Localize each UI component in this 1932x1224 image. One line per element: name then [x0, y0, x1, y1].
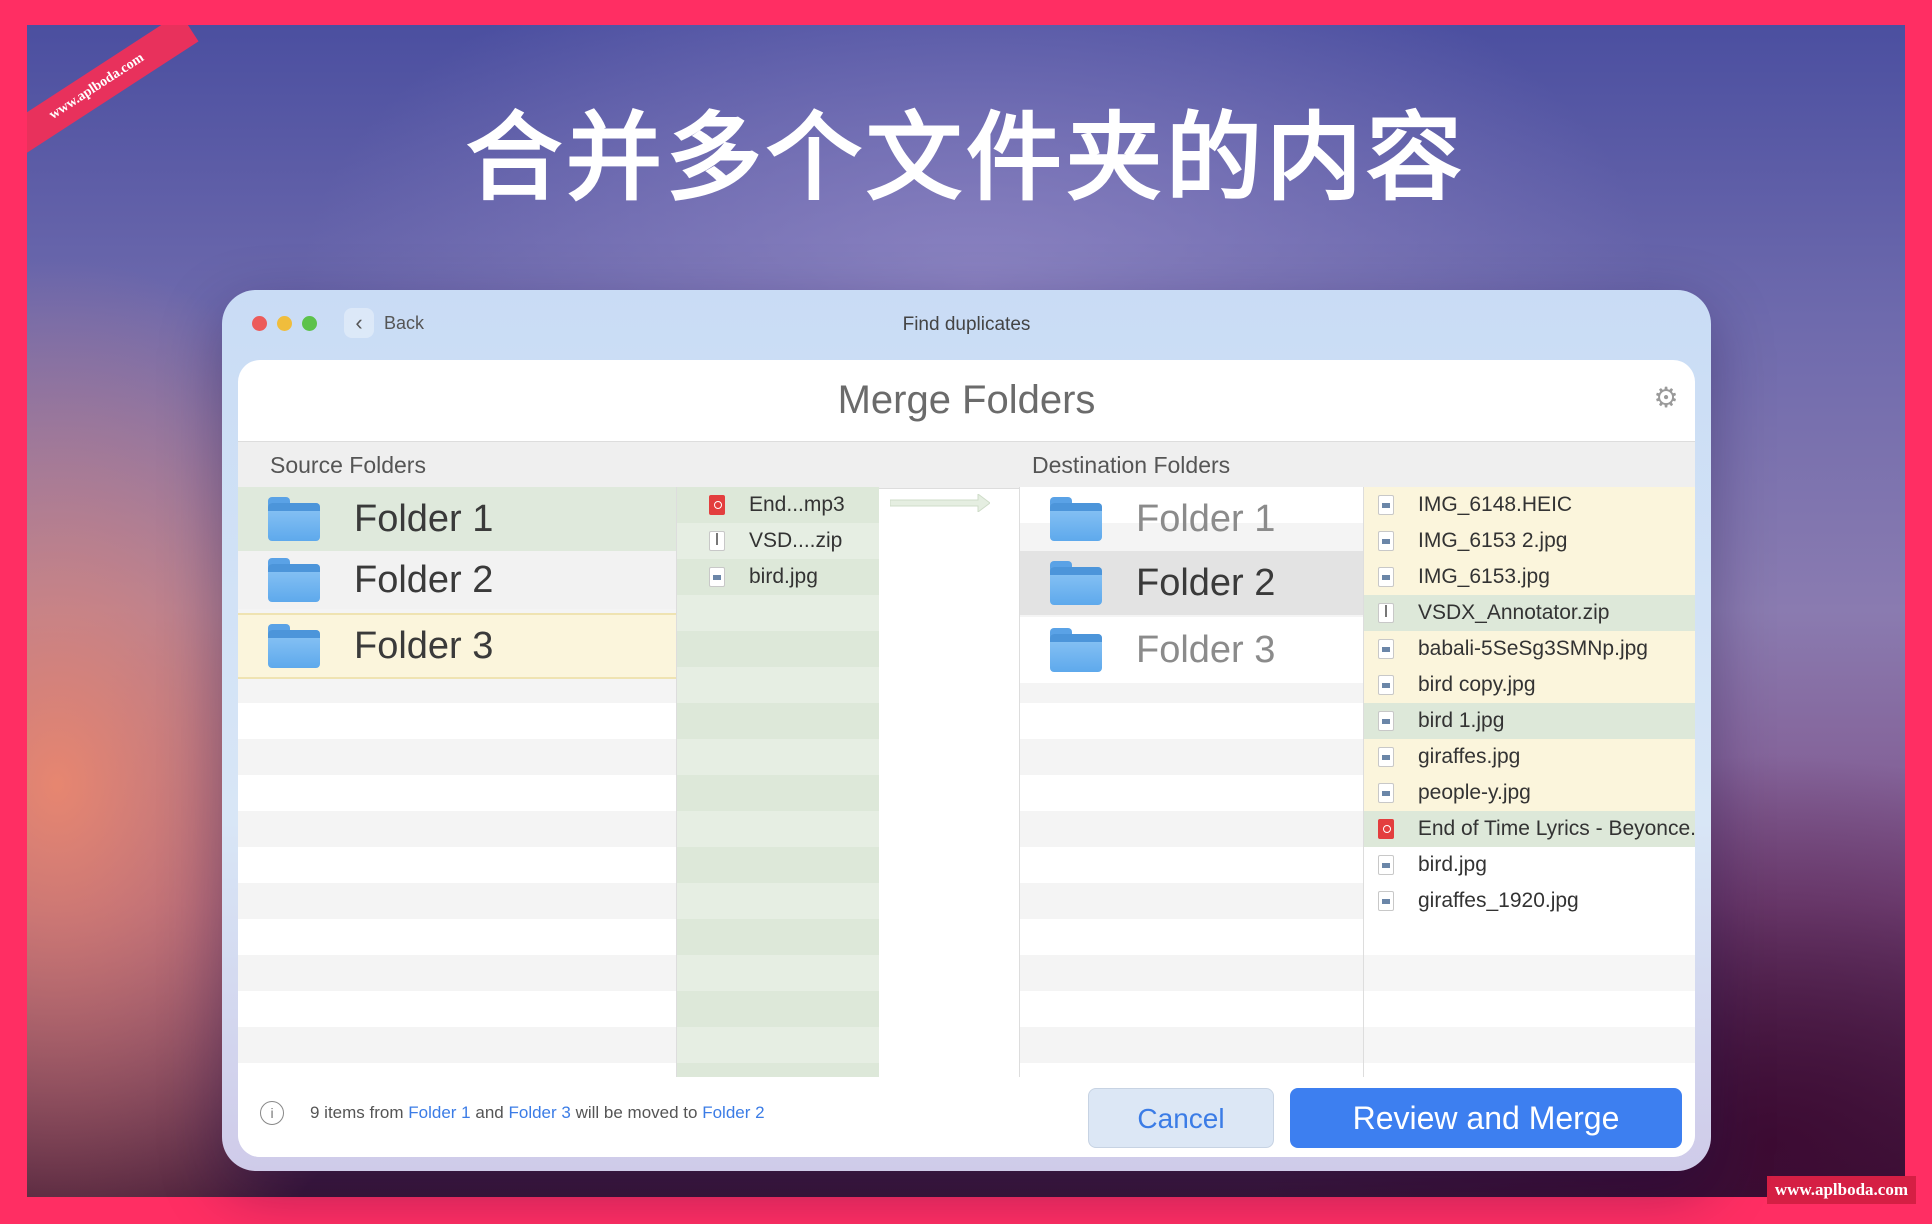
arrow-right-icon — [890, 494, 990, 512]
destination-file-row[interactable]: people-y.jpg — [1364, 775, 1695, 811]
info-text: will be moved to — [575, 1103, 698, 1122]
folder-name: Folder 3 — [1136, 628, 1276, 671]
window-title: Find duplicates — [902, 314, 1031, 335]
file-name: End...mp3 — [749, 493, 845, 516]
source-file-row[interactable]: bird.jpg — [677, 559, 879, 595]
folder-icon — [1050, 628, 1102, 672]
file-name: giraffes.jpg — [1418, 745, 1521, 768]
folder-name: Folder 1 — [354, 497, 494, 540]
file-name: IMG_6153.jpg — [1418, 565, 1550, 588]
file-name: giraffes_1920.jpg — [1418, 889, 1579, 912]
source-file-row[interactable]: VSD....zip — [677, 523, 879, 559]
folder-link[interactable]: Folder 1 — [408, 1103, 470, 1122]
file-name: IMG_6153 2.jpg — [1418, 529, 1568, 552]
file-name: bird 1.jpg — [1418, 709, 1505, 732]
audio-file-icon — [1378, 819, 1394, 839]
destination-folders-header: Destination Folders — [1032, 452, 1231, 478]
file-name: VSD....zip — [749, 529, 843, 552]
destination-file-row[interactable]: VSDX_Annotator.zip — [1364, 595, 1695, 631]
file-name: bird copy.jpg — [1418, 673, 1536, 696]
image-file-icon — [709, 567, 725, 587]
file-name: End of Time Lyrics - Beyonce. — [1417, 817, 1695, 840]
audio-file-icon — [709, 495, 725, 515]
destination-folder-row[interactable]: Folder 1 — [1020, 487, 1363, 551]
zip-file-icon — [709, 531, 725, 551]
destination-file-row[interactable]: End of Time Lyrics - Beyonce. — [1364, 811, 1695, 847]
folder-name: Folder 3 — [354, 624, 494, 667]
footer-bar: i 9 items from Folder 1 and Folder 3 wil… — [238, 1077, 1695, 1157]
destination-file-row[interactable]: IMG_6148.HEIC — [1364, 487, 1695, 523]
folder-name: Folder 2 — [1136, 561, 1276, 604]
source-folder-row[interactable]: Folder 1 — [238, 487, 676, 551]
destination-file-row[interactable]: IMG_6153 2.jpg — [1364, 523, 1695, 559]
image-file-icon — [1378, 639, 1394, 659]
destination-folder-list: Folder 1 Folder 2 Folder 3 — [1019, 487, 1363, 1077]
image-file-icon — [1378, 675, 1394, 695]
destination-folder-row[interactable]: Folder 2 — [1020, 551, 1363, 615]
folder-link[interactable]: Folder 3 — [508, 1103, 570, 1122]
info-text: and — [475, 1103, 504, 1122]
info-message: 9 items from Folder 1 and Folder 3 will … — [310, 1103, 765, 1123]
image-file-icon — [1378, 531, 1394, 551]
folder-link[interactable]: Folder 2 — [702, 1103, 764, 1122]
merge-panel: Merge Folders ⚙ Source Folders Destinati… — [238, 360, 1695, 1157]
image-file-icon — [1378, 783, 1394, 803]
info-text: 9 items from — [310, 1103, 404, 1122]
image-file-icon — [1378, 495, 1394, 515]
source-folder-row[interactable]: Folder 2 — [238, 551, 676, 609]
panel-title: Merge Folders — [837, 378, 1096, 422]
file-name: IMG_6148.HEIC — [1418, 493, 1573, 516]
folder-icon — [1050, 497, 1102, 541]
folder-name: Folder 2 — [354, 558, 494, 601]
destination-file-row[interactable]: bird 1.jpg — [1364, 703, 1695, 739]
image-file-icon — [1378, 855, 1394, 875]
source-file-list: End...mp3 VSD....zip bird.jpg — [677, 487, 879, 1077]
cancel-button[interactable]: Cancel — [1088, 1088, 1274, 1148]
folder-icon — [268, 497, 320, 541]
folder-name: Folder 1 — [1136, 497, 1276, 540]
app-window: ‹ Back Find duplicates Merge Folders ⚙ S… — [222, 290, 1711, 1171]
info-icon: i — [260, 1101, 284, 1125]
destination-file-row[interactable]: IMG_6153.jpg — [1364, 559, 1695, 595]
source-folders-header: Source Folders — [270, 452, 426, 478]
folder-icon — [268, 624, 320, 668]
review-and-merge-button[interactable]: Review and Merge — [1290, 1088, 1682, 1148]
file-name: people-y.jpg — [1418, 781, 1531, 804]
destination-file-list: IMG_6148.HEIC IMG_6153 2.jpg IMG_6153.jpg V… — [1363, 487, 1695, 1077]
destination-file-row[interactable]: giraffes_1920.jpg — [1364, 883, 1695, 919]
file-name: babali-5SeSg3SMNp.jpg — [1418, 637, 1648, 660]
source-folder-list: Folder 1 Folder 2 Folder 3 — [238, 487, 677, 1077]
headline: 合并多个文件夹的内容 — [466, 102, 1466, 214]
folder-icon — [268, 558, 320, 602]
destination-folder-row[interactable]: Folder 3 — [1020, 617, 1363, 683]
zip-file-icon — [1378, 603, 1394, 623]
file-name: VSDX_Annotator.zip — [1418, 601, 1610, 624]
source-file-row[interactable]: End...mp3 — [677, 487, 879, 523]
image-file-icon — [1378, 747, 1394, 767]
image-file-icon — [1378, 711, 1394, 731]
folder-icon — [1050, 561, 1102, 605]
destination-file-row[interactable]: giraffes.jpg — [1364, 739, 1695, 775]
destination-file-row[interactable]: bird copy.jpg — [1364, 667, 1695, 703]
gear-icon[interactable]: ⚙ — [1651, 383, 1681, 413]
source-folder-row[interactable]: Folder 3 — [238, 613, 676, 679]
file-name: bird.jpg — [1418, 853, 1487, 876]
image-file-icon — [1378, 567, 1394, 587]
column-header-bar: Source Folders Destination Folders — [238, 441, 1695, 489]
file-name: bird.jpg — [749, 565, 818, 588]
watermark-corner: www.aplboda.com — [1766, 1176, 1916, 1204]
destination-file-row[interactable]: bird.jpg — [1364, 847, 1695, 883]
image-file-icon — [1378, 891, 1394, 911]
destination-file-row[interactable]: babali-5SeSg3SMNp.jpg — [1364, 631, 1695, 667]
